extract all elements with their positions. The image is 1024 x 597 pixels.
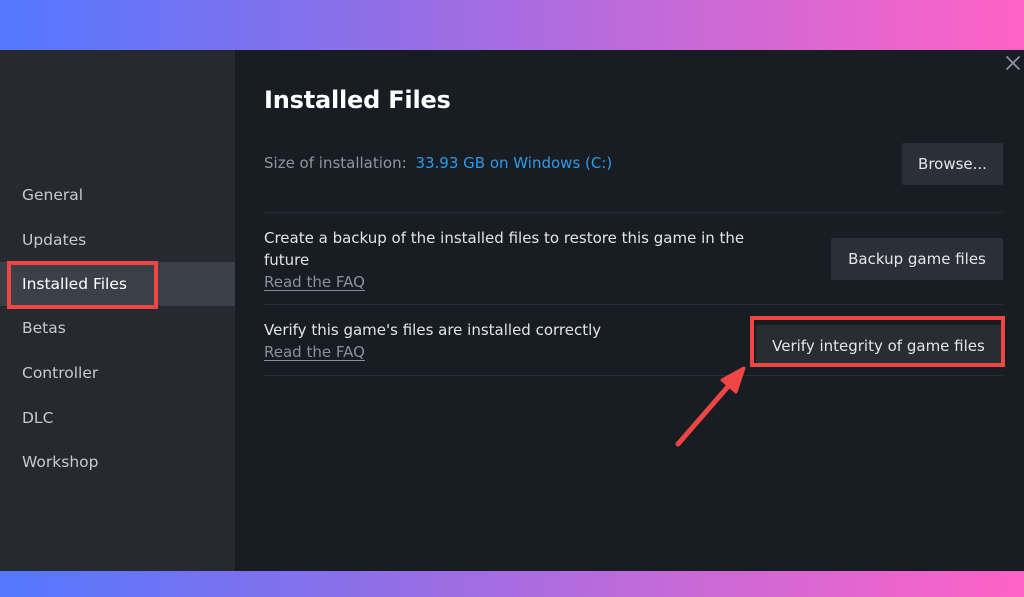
sidebar-item-controller[interactable]: Controller <box>0 351 235 395</box>
sidebar-item-dlc[interactable]: DLC <box>0 396 235 440</box>
verify-integrity-button[interactable]: Verify integrity of game files <box>756 325 1001 367</box>
sidebar-item-label: Controller <box>22 364 99 382</box>
divider <box>264 212 1003 213</box>
sidebar-item-updates[interactable]: Updates <box>0 218 235 262</box>
verify-section: Verify this game's files are installed c… <box>264 319 794 363</box>
sidebar-item-label: Workshop <box>22 453 99 471</box>
divider <box>264 375 1003 376</box>
backup-game-files-button[interactable]: Backup game files <box>831 238 1003 280</box>
sidebar: General Updates Installed Files Betas Co… <box>0 50 235 571</box>
game-properties-window: General Updates Installed Files Betas Co… <box>0 50 1024 571</box>
backup-description: Create a backup of the installed files t… <box>264 229 745 269</box>
sidebar-item-label: Betas <box>22 319 66 337</box>
backup-faq-link[interactable]: Read the FAQ <box>264 271 365 293</box>
sidebar-item-general[interactable]: General <box>0 173 235 217</box>
sidebar-item-label: Installed Files <box>22 275 127 293</box>
arrow-pointer-icon <box>675 366 746 447</box>
close-button[interactable] <box>1004 54 1022 72</box>
divider <box>264 304 1003 305</box>
sidebar-item-betas[interactable]: Betas <box>0 306 235 350</box>
page-title: Installed Files <box>264 86 451 114</box>
decorative-gradient-bottom <box>0 571 1024 597</box>
close-icon <box>1006 56 1020 70</box>
verify-description: Verify this game's files are installed c… <box>264 321 602 339</box>
verify-faq-link[interactable]: Read the FAQ <box>264 341 365 363</box>
sidebar-item-label: Updates <box>22 231 87 249</box>
sidebar-item-workshop[interactable]: Workshop <box>0 440 235 484</box>
installation-size-value[interactable]: 33.93 GB on Windows (C:) <box>415 154 612 172</box>
installation-size: Size of installation: 33.93 GB on Window… <box>264 154 612 172</box>
backup-section: Create a backup of the installed files t… <box>264 227 794 293</box>
decorative-gradient-top <box>0 0 1024 50</box>
main-panel: Installed Files Size of installation: 33… <box>235 50 1024 571</box>
sidebar-item-label: DLC <box>22 409 54 427</box>
sidebar-item-label: General <box>22 186 84 204</box>
browse-button[interactable]: Browse... <box>902 143 1003 185</box>
sidebar-item-installed-files[interactable]: Installed Files <box>0 262 235 306</box>
installation-size-label: Size of installation: <box>264 154 407 172</box>
